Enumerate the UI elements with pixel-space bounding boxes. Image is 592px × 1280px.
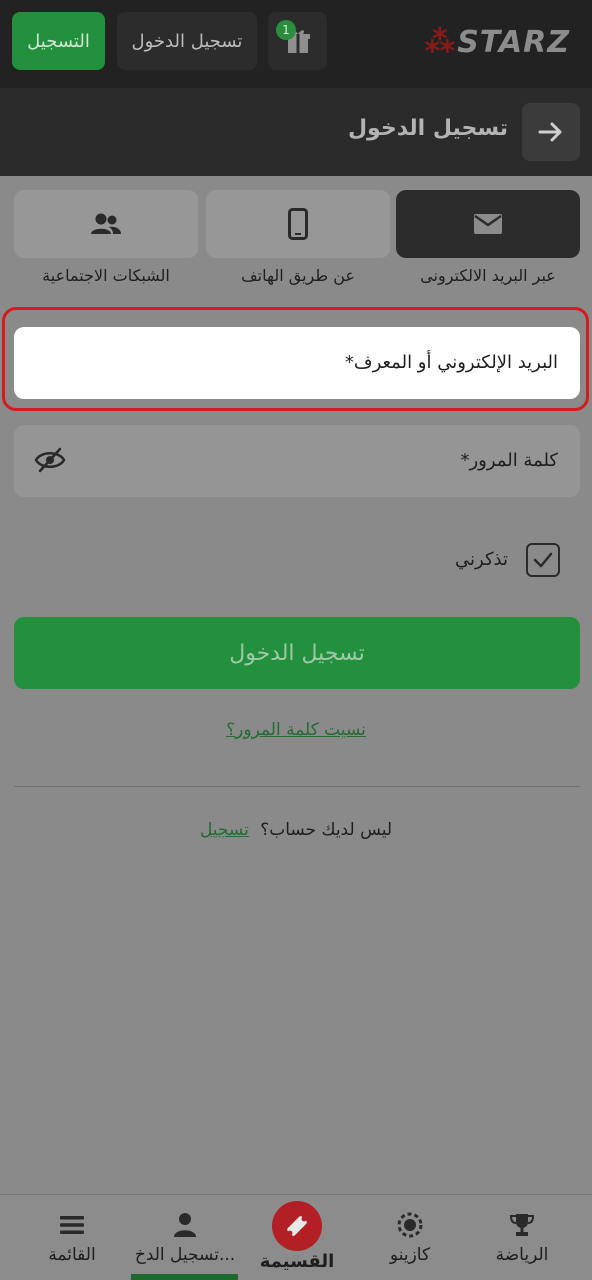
nav-login[interactable]: تسجيل الدخ... bbox=[128, 1195, 242, 1280]
nav-coupon[interactable]: القسيمة bbox=[252, 1195, 342, 1280]
casino-chip-icon bbox=[397, 1212, 423, 1238]
email-field-label: البريد الإلكتروني أو المعرف* bbox=[344, 352, 558, 373]
logo-mark: ⁂ bbox=[424, 24, 456, 60]
top-header: التسجيل تسجيل الدخول 1 ⁂ STARZ bbox=[0, 0, 592, 88]
password-field[interactable]: كلمة المرور* bbox=[14, 425, 580, 497]
person-icon bbox=[174, 1213, 196, 1237]
page-title: تسجيل الدخول bbox=[347, 116, 508, 141]
tab-phone-label: عن طريق الهاتف bbox=[241, 266, 355, 285]
password-field-label: كلمة المرور* bbox=[460, 450, 558, 471]
tab-email[interactable] bbox=[396, 190, 580, 258]
page-title-bar: تسجيل الدخول bbox=[0, 88, 592, 176]
register-link[interactable]: تسجيل bbox=[200, 820, 249, 840]
gift-count-badge: 1 bbox=[276, 20, 296, 40]
logo-text: STARZ bbox=[457, 24, 570, 60]
nav-menu[interactable]: القائمة bbox=[32, 1195, 112, 1280]
trophy-icon bbox=[509, 1214, 535, 1236]
nav-casino-label: كازينو bbox=[389, 1245, 431, 1265]
nav-menu-label: القائمة bbox=[48, 1245, 96, 1265]
email-field[interactable]: البريد الإلكتروني أو المعرف* bbox=[14, 327, 580, 399]
tab-email-label: عبر البريد الالكترونى bbox=[420, 266, 556, 285]
gift-button[interactable]: 1 bbox=[268, 12, 327, 70]
divider bbox=[14, 786, 580, 787]
ticket-icon bbox=[287, 1216, 307, 1236]
phone-icon bbox=[288, 208, 308, 240]
tab-social[interactable] bbox=[14, 190, 198, 258]
nav-coupon-label: القسيمة bbox=[259, 1251, 335, 1272]
remember-me-label[interactable]: تذكرني bbox=[455, 549, 508, 570]
nav-sports[interactable]: الرياضة bbox=[482, 1195, 562, 1280]
bottom-nav: الرياضة كازينو القسيمة تسجيل الدخ... الق… bbox=[0, 1194, 592, 1280]
nav-sports-label: الرياضة bbox=[495, 1245, 549, 1265]
login-button[interactable]: تسجيل الدخول bbox=[117, 12, 257, 70]
login-submit-button[interactable]: تسجيل الدخول bbox=[14, 617, 580, 689]
back-button[interactable] bbox=[522, 103, 580, 161]
remember-me-checkbox[interactable] bbox=[526, 543, 560, 577]
starz-logo[interactable]: ⁂ STARZ bbox=[424, 24, 570, 60]
register-button[interactable]: التسجيل bbox=[12, 12, 105, 70]
no-account-text: ليس لديك حساب؟ bbox=[260, 820, 393, 840]
coupon-circle bbox=[272, 1201, 322, 1251]
envelope-icon bbox=[474, 214, 502, 234]
arrow-right-icon bbox=[538, 122, 562, 142]
menu-icon bbox=[60, 1216, 84, 1234]
nav-login-label: تسجيل الدخ... bbox=[134, 1245, 236, 1265]
nav-casino[interactable]: كازينو bbox=[370, 1195, 450, 1280]
forgot-password-link[interactable]: نسيت كلمة المرور؟ bbox=[0, 720, 592, 740]
users-icon bbox=[91, 213, 121, 234]
no-account-row: ليس لديك حساب؟ تسجيل bbox=[0, 820, 592, 840]
check-icon bbox=[533, 552, 553, 568]
tab-social-label: الشبكات الاجتماعية bbox=[42, 266, 170, 285]
tab-phone[interactable] bbox=[206, 190, 390, 258]
eye-slash-icon[interactable] bbox=[34, 447, 66, 473]
nav-active-indicator bbox=[131, 1274, 238, 1280]
